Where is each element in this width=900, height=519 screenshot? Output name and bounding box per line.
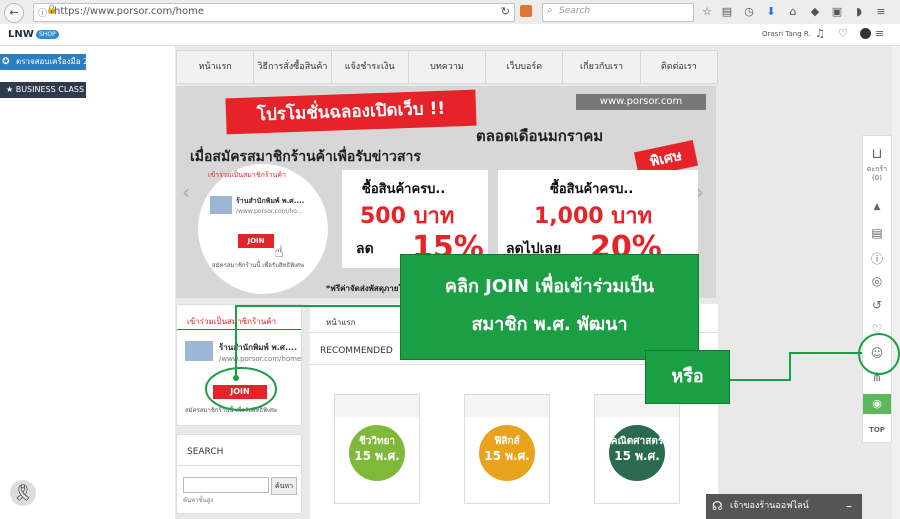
join-highlight-ring [205, 367, 277, 411]
chat-status: เจ้าของร้านออฟไลน์ [730, 501, 809, 511]
callout-line1: คลิก JOIN เพื่อเข้าร่วมเป็น [444, 276, 655, 297]
minimize-icon[interactable]: – [846, 494, 852, 519]
connector-member [728, 352, 862, 381]
headset-icon: ☊ [712, 499, 723, 513]
join-instruction-callout: คลิก JOIN เพื่อเข้าร่วมเป็น สมาชิก พ.ศ. … [400, 254, 699, 360]
connector-dot [233, 375, 239, 381]
callout-line2: สมาชิก พ.ศ. พัฒนา [471, 314, 628, 335]
chat-bar[interactable]: ☊ เจ้าของร้านออฟไลน์ – [706, 494, 862, 519]
member-highlight-ring [858, 333, 900, 375]
or-callout: หรือ [645, 350, 730, 404]
connector-join [235, 305, 400, 380]
